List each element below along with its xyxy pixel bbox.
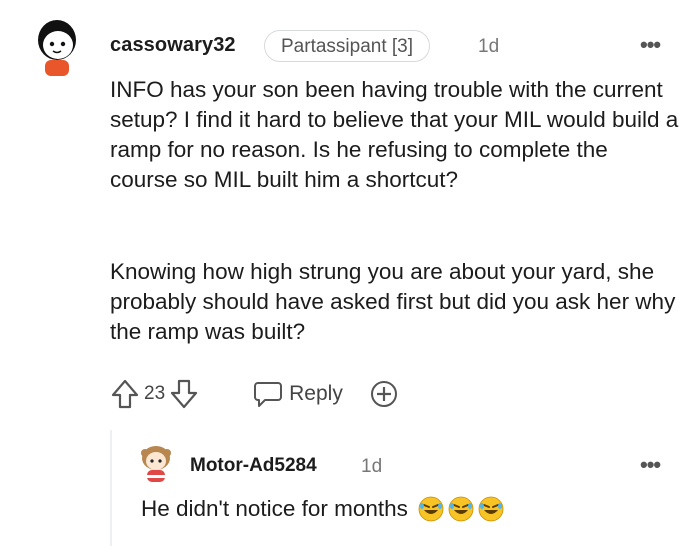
comment-action-bar: 23 Reply [110,376,399,412]
thread-line[interactable] [110,430,112,546]
upvote-icon[interactable] [110,378,140,410]
reply-button[interactable]: Reply [253,380,343,408]
comment-paragraph: INFO has your son been having trouble wi… [110,77,679,192]
comment-paragraph: Knowing how high strung you are about yo… [110,259,676,344]
reply-body: He didn't notice for months [141,496,504,522]
downvote-icon[interactable] [169,378,199,410]
comment-timestamp[interactable]: 1d [478,36,499,58]
more-options-icon[interactable]: ••• [640,32,661,58]
rolling-laughing-emoji-icon [448,496,474,522]
reply-timestamp[interactable]: 1d [361,456,382,478]
award-icon[interactable] [369,379,399,409]
user-flair-badge: Partassipant [3] [264,30,431,62]
comment-author[interactable]: cassowary32 [110,34,236,57]
user-avatar[interactable] [32,18,82,78]
reply-author[interactable]: Motor-Ad5284 [190,455,317,477]
reply-text: He didn't notice for months [141,496,408,521]
rolling-laughing-emoji-icon [478,496,504,522]
reply-user-avatar[interactable] [138,444,174,484]
more-options-icon[interactable]: ••• [640,452,661,478]
rolling-laughing-emoji-icon [418,496,444,522]
vote-score: 23 [144,383,166,404]
reply-label: Reply [289,382,343,405]
reply-icon [253,380,283,408]
